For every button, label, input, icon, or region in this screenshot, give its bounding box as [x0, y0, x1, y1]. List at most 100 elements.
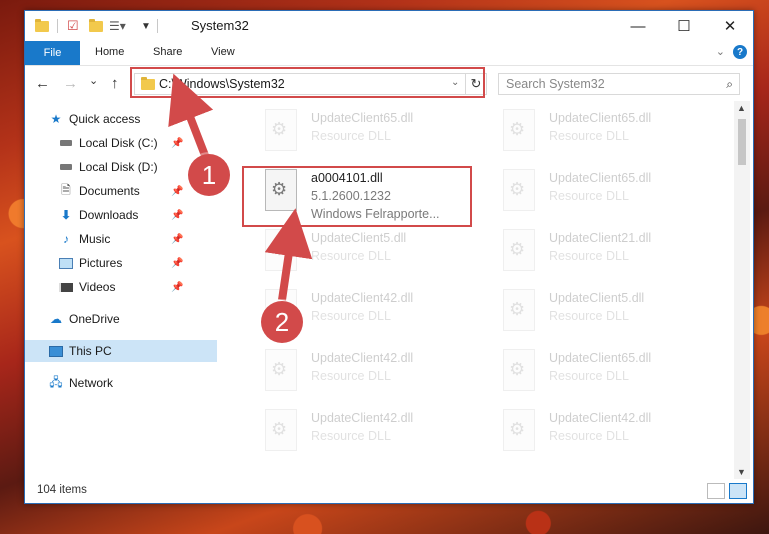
- file-type: Resource DLL: [549, 249, 629, 263]
- list-item[interactable]: UpdateClient42.dll Resource DLL: [483, 403, 713, 459]
- customize-toolbar-icon[interactable]: ☰▾: [109, 17, 126, 35]
- sidebar-item-label: Network: [69, 376, 114, 390]
- cloud-icon: ☁: [50, 312, 62, 326]
- sidebar-item-videos[interactable]: Videos 📌: [25, 276, 217, 298]
- expand-ribbon-icon[interactable]: ⌄: [716, 45, 725, 58]
- file-name: UpdateClient42.dll: [311, 291, 414, 305]
- file-name: UpdateClient5.dll: [549, 291, 645, 305]
- file-name: UpdateClient42.dll: [311, 411, 414, 425]
- sidebar-item-local-disk-c[interactable]: Local Disk (C:) 📌: [25, 132, 217, 154]
- recent-locations-button[interactable]: ⌄: [89, 74, 98, 87]
- file-name: UpdateClient65.dll: [549, 111, 652, 125]
- sidebar-item-documents[interactable]: 🗎 Documents 📌: [25, 180, 217, 202]
- sidebar-item-this-pc[interactable]: This PC: [25, 340, 217, 362]
- list-item[interactable]: UpdateClient65.dll Resource DLL: [483, 163, 713, 219]
- sidebar-item-label: Videos: [79, 280, 116, 294]
- qa-separator: [57, 17, 58, 35]
- file-type: Resource DLL: [311, 369, 391, 383]
- navigation-pane: ★ Quick access Local Disk (C:) 📌 Local D…: [25, 103, 217, 475]
- computer-icon: [49, 345, 63, 357]
- tab-view[interactable]: View: [211, 46, 235, 58]
- sidebar-item-label: Local Disk (C:): [79, 136, 158, 150]
- pin-icon: 📌: [171, 185, 184, 197]
- download-icon: ⬇: [60, 208, 72, 222]
- new-folder-icon[interactable]: [89, 17, 103, 35]
- file-type: Resource DLL: [549, 309, 629, 323]
- search-input[interactable]: Search System32: [506, 77, 605, 91]
- list-item[interactable]: UpdateClient42.dll Resource DLL: [245, 343, 475, 399]
- pin-icon: 📌: [171, 209, 184, 221]
- file-type: Resource DLL: [311, 309, 391, 323]
- file-name: UpdateClient42.dll: [549, 411, 652, 425]
- up-button[interactable]: ↑: [111, 75, 119, 92]
- sidebar-item-label: Documents: [79, 184, 140, 198]
- scrollbar-thumb[interactable]: [738, 119, 746, 165]
- close-button[interactable]: ✕: [707, 11, 753, 41]
- file-type: Resource DLL: [549, 369, 629, 383]
- sidebar-item-network[interactable]: 🖧 Network: [25, 372, 217, 394]
- pin-icon: 📌: [171, 257, 184, 269]
- ribbon-tabs: File Home Share View ⌄ ?: [25, 41, 753, 66]
- star-icon: ★: [50, 112, 62, 126]
- list-item[interactable]: UpdateClient65.dll Resource DLL: [483, 343, 713, 399]
- properties-icon[interactable]: ☑: [67, 17, 79, 35]
- callout-badge-1: 1: [188, 154, 230, 196]
- sidebar-item-music[interactable]: ♪ Music 📌: [25, 228, 217, 250]
- dll-file-icon: [503, 289, 535, 331]
- list-item[interactable]: UpdateClient5.dll Resource DLL: [483, 283, 713, 339]
- sidebar-item-label: This PC: [69, 344, 112, 358]
- file-highlight: [242, 166, 472, 227]
- list-item[interactable]: UpdateClient5.dll Resource DLL: [245, 223, 475, 279]
- file-name: UpdateClient42.dll: [311, 351, 414, 365]
- details-view-button[interactable]: [707, 483, 725, 499]
- sidebar-item-label: Downloads: [79, 208, 139, 222]
- dll-file-icon: [503, 109, 535, 151]
- large-icons-view-button[interactable]: [729, 483, 747, 499]
- file-type: Resource DLL: [549, 429, 629, 443]
- tab-home[interactable]: Home: [95, 46, 124, 58]
- pin-icon: 📌: [171, 137, 184, 149]
- quick-access-dropdown-icon[interactable]: ▼: [141, 17, 151, 35]
- folder-icon: [35, 17, 49, 35]
- sidebar-item-quick-access[interactable]: ★ Quick access: [25, 108, 217, 130]
- tab-share[interactable]: Share: [153, 46, 182, 58]
- status-bar: 104 items: [25, 481, 753, 501]
- list-item[interactable]: UpdateClient42.dll Resource DLL: [245, 403, 475, 459]
- scroll-up-icon[interactable]: ▲: [737, 103, 746, 113]
- sidebar-item-pictures[interactable]: Pictures 📌: [25, 252, 217, 274]
- file-type: Resource DLL: [549, 189, 629, 203]
- scroll-down-icon[interactable]: ▼: [737, 467, 746, 477]
- window-title: System32: [191, 18, 249, 33]
- search-box[interactable]: Search System32 ⌕: [498, 73, 740, 95]
- drive-icon: [59, 161, 73, 173]
- sidebar-item-downloads[interactable]: ⬇ Downloads 📌: [25, 204, 217, 226]
- item-count: 104 items: [37, 484, 87, 496]
- list-item[interactable]: UpdateClient21.dll Resource DLL: [483, 223, 713, 279]
- pin-icon: 📌: [171, 233, 184, 245]
- file-type: Resource DLL: [311, 129, 391, 143]
- dll-file-icon: [265, 109, 297, 151]
- pictures-icon: [59, 257, 73, 269]
- forward-button[interactable]: →: [63, 75, 78, 92]
- title-separator: [157, 17, 158, 35]
- dll-file-icon: [503, 349, 535, 391]
- minimize-button[interactable]: —: [615, 11, 661, 41]
- back-button[interactable]: ←: [35, 75, 50, 92]
- file-name: UpdateClient65.dll: [549, 171, 652, 185]
- file-list: UpdateClient65.dll Resource DLL a0004101…: [225, 103, 733, 475]
- music-icon: ♪: [63, 232, 69, 246]
- callout-badge-2: 2: [261, 301, 303, 343]
- sidebar-item-label: Quick access: [69, 112, 141, 126]
- dll-file-icon: [503, 229, 535, 271]
- sidebar-item-onedrive[interactable]: ☁ OneDrive: [25, 308, 217, 330]
- sidebar-item-label: Pictures: [79, 256, 123, 270]
- title-bar: ☑ ☰▾ ▼ System32 — ☐ ✕: [25, 11, 753, 41]
- videos-icon: [59, 281, 73, 293]
- list-item[interactable]: UpdateClient65.dll Resource DLL: [483, 103, 713, 159]
- list-item[interactable]: UpdateClient65.dll Resource DLL: [245, 103, 475, 159]
- maximize-button[interactable]: ☐: [661, 11, 707, 41]
- pin-icon: 📌: [171, 281, 184, 293]
- tab-file[interactable]: File: [25, 41, 80, 65]
- vertical-scrollbar[interactable]: ▲ ▼: [734, 101, 750, 479]
- help-icon[interactable]: ?: [733, 45, 747, 59]
